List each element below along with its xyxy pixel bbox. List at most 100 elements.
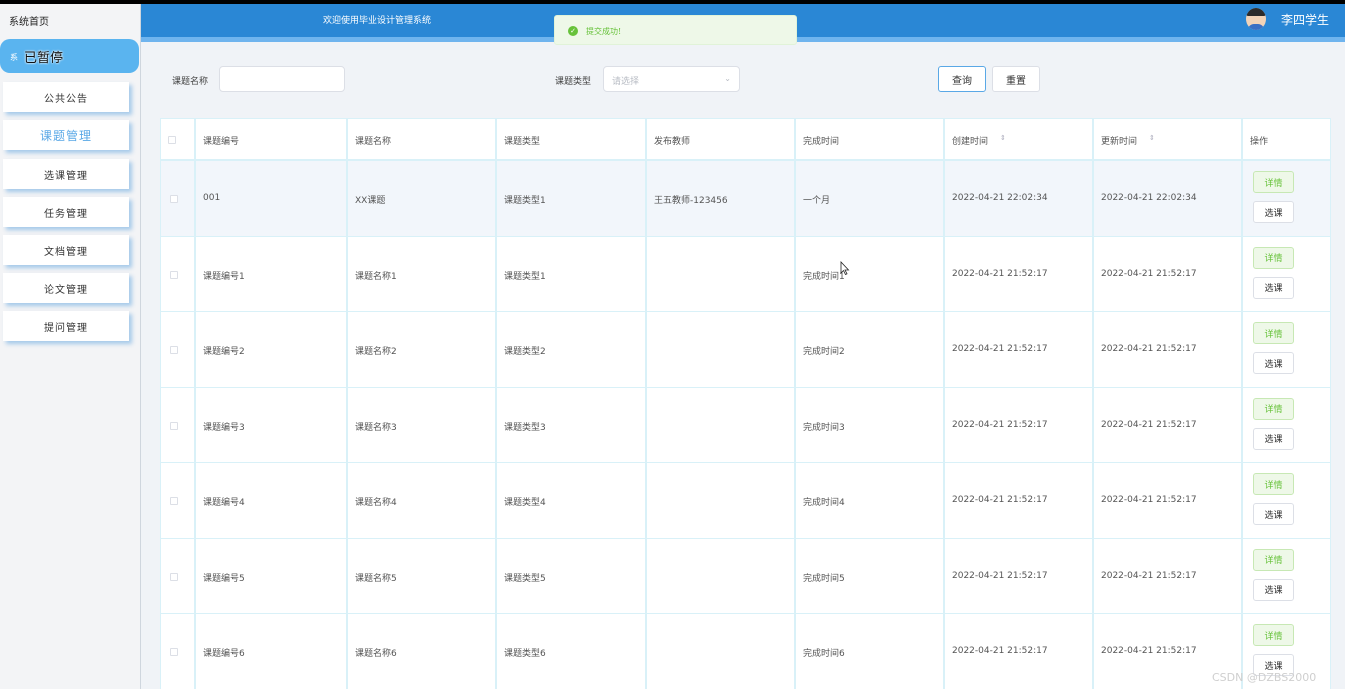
sidebar-item-tasks[interactable]: 任务管理 [3,197,129,227]
sidebar-item-papers[interactable]: 论文管理 [3,273,129,303]
detail-button[interactable]: 详情 [1253,246,1294,269]
table-cell-actions: 详情 选课 [1242,462,1331,539]
reset-button[interactable]: 重置 [992,66,1040,92]
cell-value: 完成时间1 [803,271,845,282]
table-header-cell: 完成时间 [795,118,944,160]
row-checkbox[interactable] [170,421,178,430]
column-header-label: 课题类型 [504,137,541,147]
table-cell-code: 课题编号1 [195,235,347,312]
select-course-button[interactable]: 选课 [1253,352,1294,374]
table-cell-duration: 完成时间2 [795,311,944,388]
select-course-button[interactable]: 选课 [1253,503,1294,525]
chevron-down-icon: ⌄ [724,74,731,83]
sidebar-item-documents[interactable]: 文档管理 [3,235,129,265]
select-course-button[interactable]: 选课 [1253,276,1294,299]
column-header-label: 操作 [1250,137,1269,147]
sidebar-active-pill[interactable]: 系 已暂停 [0,39,139,73]
topic-type-select[interactable]: 请选择 ⌄ [603,66,740,92]
check-circle-icon: ✓ [568,26,578,36]
select-course-button[interactable]: 选课 [1253,201,1294,223]
table-cell-duration: 完成时间5 [795,537,944,614]
cell-value: 课题类型1 [504,271,546,282]
cell-value: 2022-04-21 21:52:17 [952,344,1048,354]
table-cell-updated: 2022-04-21 21:52:17 [1093,235,1242,312]
cell-value: 课题类型5 [504,573,546,584]
detail-button[interactable]: 详情 [1253,322,1294,344]
table-cell-name: 课题名称6 [347,613,496,689]
sidebar-active-label: 系 [10,53,18,62]
cell-value: 2022-04-21 22:02:34 [952,193,1048,203]
table-cell-updated: 2022-04-21 21:52:17 [1093,386,1242,463]
detail-button[interactable]: 详情 [1253,624,1294,646]
table-cell-teacher [646,311,795,388]
table-cell-type: 课题类型2 [496,311,646,388]
table-cell-type: 课题类型1 [496,160,646,237]
watermark: CSDN @DZBS2000 [1212,671,1317,684]
sort-icon[interactable]: ⇕ [1149,134,1155,142]
app-window: 系统首页 系 已暂停 公共公告 课题管理 选课管理 任务管理 文档管理 论文管理… [0,4,1345,689]
table-cell-name: 课题名称4 [347,462,496,539]
table-cell-checkbox [160,613,195,689]
sidebar-item-course-selection[interactable]: 选课管理 [3,159,129,189]
cell-value: 2022-04-21 22:02:34 [1101,193,1197,203]
table-cell-type: 课题类型4 [496,462,646,539]
row-checkbox[interactable] [170,497,178,505]
table-cell-actions: 详情 选课 [1242,386,1331,463]
detail-button[interactable]: 详情 [1253,548,1294,571]
table-cell-created: 2022-04-21 21:52:17 [944,613,1093,689]
select-course-button[interactable]: 选课 [1253,578,1294,601]
row-checkbox[interactable] [170,346,178,354]
row-checkbox[interactable] [170,572,178,581]
detail-button[interactable]: 详情 [1253,473,1294,495]
cell-value: 课题编号2 [203,347,245,357]
table-cell-duration: 完成时间1 [795,235,944,312]
select-course-button[interactable]: 选课 [1253,427,1294,450]
table-cell-type: 课题类型6 [496,613,646,689]
cell-value: 课题编号6 [203,649,245,659]
row-checkbox[interactable] [170,648,178,656]
sidebar-home-link[interactable]: 系统首页 [9,13,49,28]
sidebar-item-questions[interactable]: 提问管理 [3,311,129,341]
column-header-label[interactable]: 更新时间 [1101,134,1137,147]
paused-overlay-text: 已暂停 [24,51,64,66]
cell-value: 课题名称3 [355,422,397,433]
table-cell-name: 课题名称5 [347,537,496,614]
topic-name-input[interactable] [219,66,345,92]
cell-value: 2022-04-21 21:52:17 [1101,419,1197,430]
column-header-label: 完成时间 [803,137,840,147]
table-cell-type: 课题类型5 [496,537,646,614]
avatar[interactable] [1246,8,1266,30]
sort-icon[interactable]: ⇕ [1000,134,1006,142]
column-header-label[interactable]: 创建时间 [952,134,988,147]
table-header-cell: 更新时间 ⇕ [1093,118,1242,160]
cell-value: 课题名称2 [355,347,397,357]
detail-button[interactable]: 详情 [1253,397,1294,420]
sidebar-item-topics[interactable]: 课题管理 [3,120,129,150]
cell-value: 课题名称6 [355,649,397,659]
table-cell-code: 课题编号6 [195,613,347,689]
user-name[interactable]: 李四学生 [1281,11,1329,28]
detail-button[interactable]: 详情 [1253,171,1294,193]
table-cell-checkbox [160,311,195,388]
table-header-cell: 操作 [1242,118,1331,160]
column-header-label: 发布教师 [654,137,691,147]
table-cell-code: 001 [195,160,347,237]
table-cell-created: 2022-04-21 21:52:17 [944,462,1093,539]
sidebar-item-announcements[interactable]: 公共公告 [3,82,129,112]
table-cell-duration: 一个月 [795,160,944,237]
cell-value: 完成时间6 [803,649,845,659]
topic-name-label: 课题名称 [172,77,209,87]
table-cell-created: 2022-04-21 21:52:17 [944,386,1093,463]
table-cell-teacher [646,235,795,312]
query-button[interactable]: 查询 [938,66,986,92]
table-cell-name: XX课题 [347,160,496,237]
table-cell-code: 课题编号2 [195,311,347,388]
table-cell-checkbox [160,462,195,539]
cell-value: 2022-04-21 21:52:17 [1101,495,1197,505]
column-header-label: 课题编号 [203,137,240,147]
table-cell-updated: 2022-04-21 21:52:17 [1093,537,1242,614]
row-checkbox[interactable] [170,270,178,279]
select-all-checkbox[interactable] [168,136,176,144]
row-checkbox[interactable] [170,195,178,203]
table-cell-updated: 2022-04-21 21:52:17 [1093,462,1242,539]
